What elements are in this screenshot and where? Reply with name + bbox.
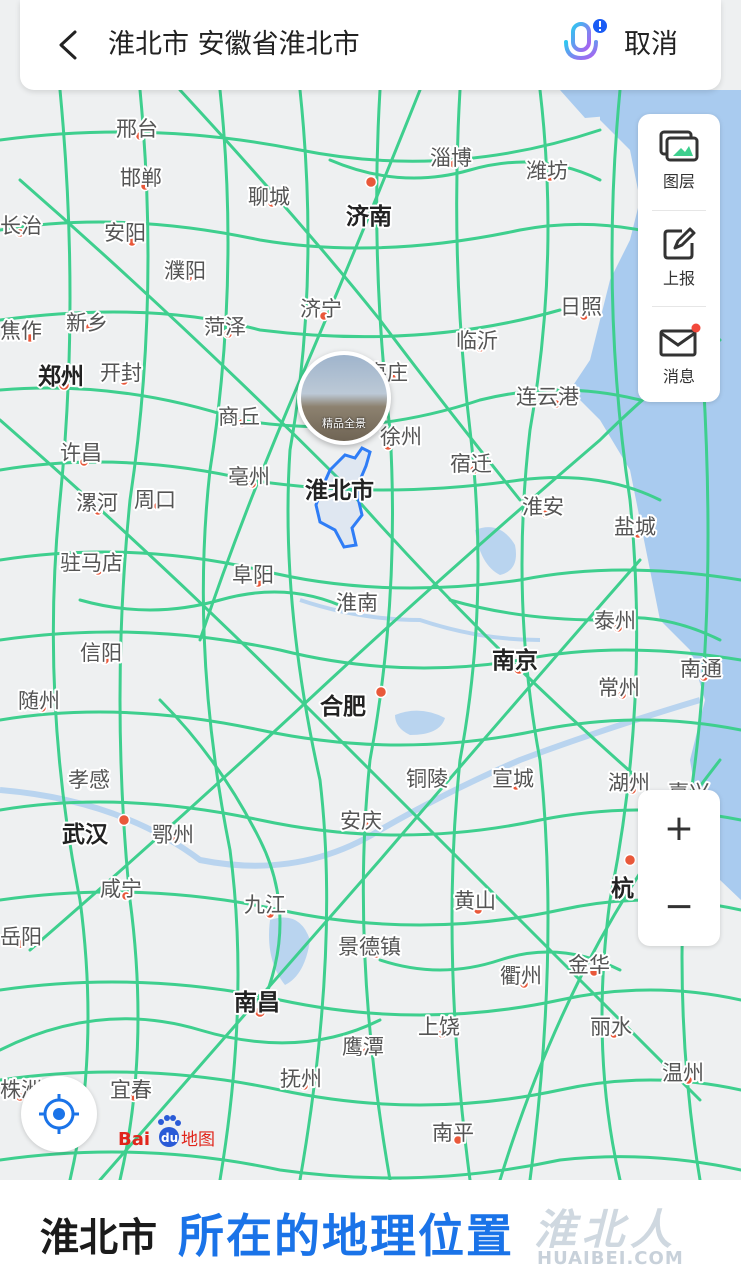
city-label[interactable]: 濮阳 [162,257,208,285]
report-label: 上报 [662,269,695,288]
city-label[interactable]: 连云港 [514,383,581,411]
zoom-control: + − [638,790,720,946]
city-label[interactable]: 武汉 [60,820,111,850]
city-label[interactable]: 南京 [490,645,540,676]
city-label[interactable]: 宜春 [108,1076,154,1104]
city-label[interactable]: 安阳 [102,219,148,247]
city-label[interactable]: 济宁 [298,295,344,323]
city-label[interactable]: 丽水 [588,1013,634,1041]
caption-title: 所在的地理位置 [178,1209,514,1263]
city-label[interactable]: 衢州 [498,962,544,990]
city-label[interactable]: 长治 [0,212,44,240]
city-label[interactable]: 周口 [132,486,178,514]
layers-label: 图层 [662,172,695,191]
city-label[interactable]: 菏泽 [202,313,248,341]
city-label[interactable]: 南通 [678,655,724,683]
city-label[interactable]: 合肥 [318,691,368,722]
city-label[interactable]: 潍坊 [524,157,570,185]
city-label[interactable]: 上饶 [416,1013,462,1041]
city-label[interactable]: 温州 [660,1059,706,1087]
city-label[interactable]: 铜陵 [404,765,450,793]
layers-button[interactable]: 图层 [638,114,720,210]
city-label[interactable]: 泰州 [592,607,638,635]
city-label[interactable]: 信阳 [78,639,124,667]
city-label[interactable]: 鄂州 [150,821,196,849]
city-label[interactable]: 盐城 [612,513,658,541]
baidu-map-logo: Bai du 地图 [118,1115,215,1150]
city-label[interactable]: 商丘 [216,403,262,431]
layers-icon [659,130,699,162]
panorama-thumbnail[interactable]: 精品全景 [297,351,391,445]
city-label[interactable]: 随州 [16,687,62,715]
city-label[interactable]: 淄博 [428,144,474,172]
city-label[interactable]: 咸宁 [98,875,144,903]
watermark-url: HUAIBEI.COM [537,1248,684,1269]
city-label[interactable]: 邢台 [114,115,160,143]
city-label[interactable]: 聊城 [246,183,292,211]
logo-text-du: du [161,1131,178,1145]
logo-text-bai: Bai [118,1129,150,1150]
panorama-label: 精品全景 [322,417,366,430]
logo-text-map: 地图 [181,1130,215,1150]
chevron-left-icon[interactable] [48,24,90,66]
cancel-button[interactable]: 取消 [624,24,678,66]
city-label[interactable]: 焦作 [0,317,44,345]
search-query-text[interactable]: 淮北市 安徽省淮北市 [108,24,360,66]
caption-city: 淮北市 [40,1216,158,1261]
city-dot [364,175,378,189]
city-dot [117,813,131,827]
mail-icon [659,323,701,357]
city-label[interactable]: 驻马店 [58,549,125,577]
city-dot [374,685,388,699]
city-label[interactable]: 宿迁 [448,450,494,478]
city-label[interactable]: 淮南 [334,589,380,617]
city-label[interactable]: 九江 [242,891,288,919]
city-label[interactable]: 漯河 [74,489,120,517]
city-label[interactable]: 杭 [609,873,636,904]
city-label[interactable]: 金华 [566,951,612,979]
zoom-out-button[interactable]: − [638,868,720,946]
city-dot [623,853,637,867]
city-label[interactable]: 孝感 [66,766,112,794]
crosshair-icon [39,1094,79,1134]
city-label[interactable]: 岳阳 [0,923,44,951]
city-label[interactable]: 黄山 [452,887,498,915]
city-label[interactable]: 抚州 [278,1065,324,1093]
city-label[interactable]: 许昌 [58,439,104,467]
city-label[interactable]: 邯郸 [118,164,164,192]
city-label[interactable]: 临沂 [454,327,500,355]
city-label[interactable]: 南平 [430,1119,476,1147]
city-label[interactable]: 新乡 [64,309,110,337]
search-bar[interactable]: 淮北市 安徽省淮北市 取消 [20,0,721,90]
microphone-icon[interactable] [560,18,610,72]
city-label[interactable]: 鹰潭 [340,1033,386,1061]
map-canvas[interactable]: 邢台淄博邯郸 潍坊聊城济南长治 安阳濮阳新乡济宁菏泽日照焦作 临沂郑州 开封 枣庄商丘连云… [0,0,741,1280]
report-edit-icon [663,227,696,260]
city-label[interactable]: 郑州 [36,362,86,392]
city-label[interactable]: 日照 [558,293,604,321]
city-label[interactable]: 阜阳 [230,561,276,589]
city-label[interactable]: 开封 [98,359,144,387]
city-label[interactable]: 南昌 [232,988,282,1018]
locate-button[interactable] [21,1076,97,1152]
city-label[interactable]: 常州 [596,674,642,702]
report-button[interactable]: 上报 [638,211,720,307]
city-label[interactable]: 济南 [344,201,394,232]
city-label[interactable]: 景德镇 [336,933,403,961]
messages-button[interactable]: 消息 [638,307,720,403]
city-label[interactable]: 淮安 [520,493,566,521]
city-label[interactable]: 安庆 [338,807,384,835]
city-label[interactable]: 亳州 [226,463,272,491]
city-label[interactable]: 宣城 [490,765,536,793]
messages-label: 消息 [662,367,695,386]
target-city-label[interactable]: 淮北市 [303,475,376,506]
zoom-in-button[interactable]: + [638,790,720,868]
map-tools-panel: 图层 上报 消息 [638,114,720,402]
